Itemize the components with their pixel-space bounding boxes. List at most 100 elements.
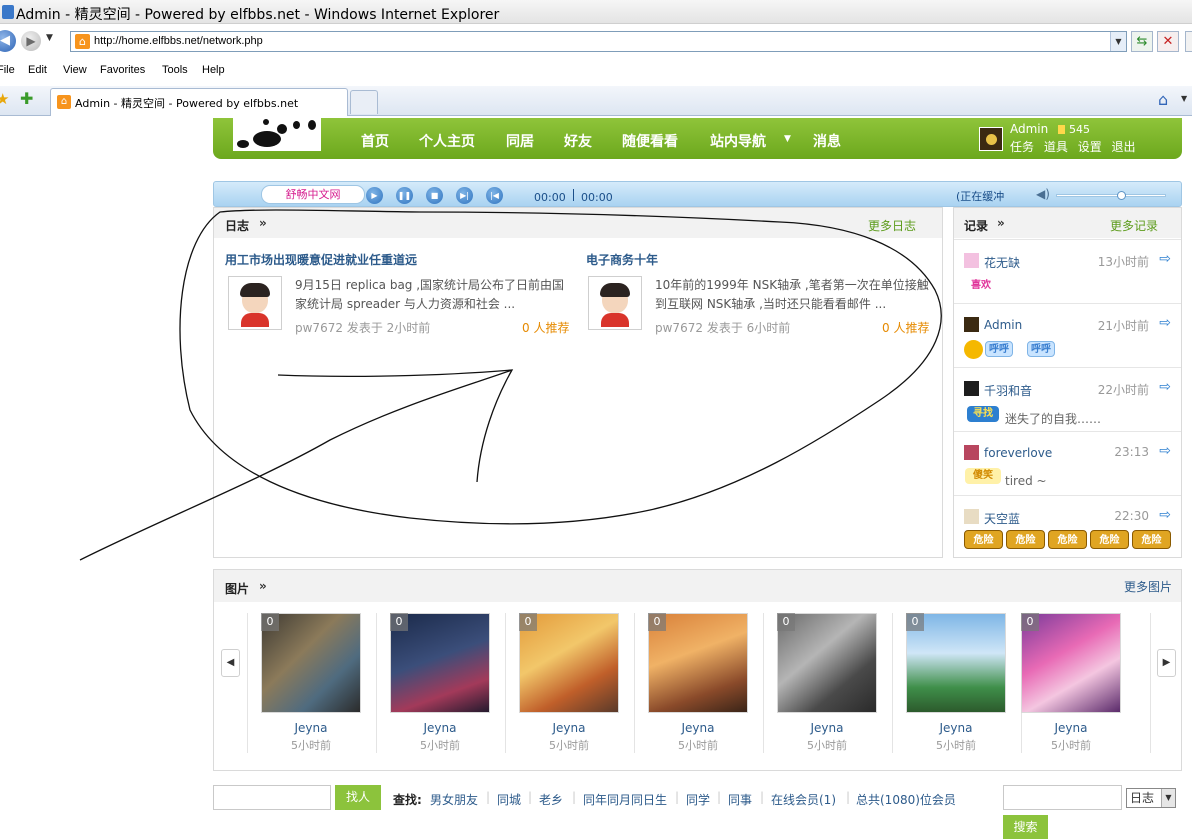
site-guide-dropdown-icon[interactable]: ▼ (784, 134, 791, 144)
pause-button[interactable]: ❚❚ (396, 187, 413, 204)
link-tasks[interactable]: 任务 (1010, 140, 1034, 154)
photo-author[interactable]: Jeyna (519, 721, 619, 735)
photo-author[interactable]: Jeyna (648, 721, 748, 735)
share-icon[interactable]: ⇨ (1159, 443, 1171, 459)
play-button[interactable]: ▶ (366, 187, 383, 204)
post-author[interactable]: pw7672 (655, 321, 703, 335)
tab-current[interactable]: ⌂ Admin - 精灵空间 - Powered by elfbbs.net (50, 88, 348, 116)
photo-item[interactable]: 0 Jeyna 5小时前 (1021, 613, 1121, 753)
photo-item[interactable]: 0 Jeyna 5小时前 (648, 613, 748, 753)
more-photos-link[interactable]: 更多图片 (1124, 578, 1172, 595)
menu-file[interactable]: File (0, 64, 15, 76)
link-same-city[interactable]: 同城 (497, 791, 521, 808)
home-icon[interactable]: ⌂ (1158, 90, 1168, 109)
player-station[interactable]: 舒畅中文网 (261, 185, 365, 204)
link-hometown[interactable]: 老乡 (539, 791, 563, 808)
forward-button[interactable]: ▶ (21, 31, 41, 51)
user-name[interactable]: Admin (1010, 122, 1048, 136)
photos-panel-title[interactable]: 图片 (225, 580, 249, 597)
share-icon[interactable]: ⇨ (1159, 251, 1171, 267)
photo-author[interactable]: Jeyna (390, 721, 490, 735)
favorites-star-icon[interactable]: ★ (0, 90, 9, 108)
record-user[interactable]: 花无缺 (984, 254, 1020, 271)
record-avatar[interactable] (964, 445, 979, 460)
speaker-icon[interactable]: ◀) (1036, 187, 1050, 201)
stop-button[interactable]: ■ (426, 187, 443, 204)
record-avatar[interactable] (964, 509, 979, 524)
record-user[interactable]: foreverlove (984, 446, 1052, 460)
photo-author[interactable]: Jeyna (1021, 721, 1121, 735)
nav-profile[interactable]: 个人主页 (419, 131, 475, 151)
home-dropdown-icon[interactable]: ▼ (1181, 94, 1187, 103)
find-people-button[interactable]: 找人 (335, 785, 381, 810)
photo-item[interactable]: 0 Jeyna 5小时前 (261, 613, 361, 753)
slide-next-button[interactable]: ▶ (1157, 649, 1176, 677)
link-items[interactable]: 道具 (1044, 140, 1068, 154)
menu-edit[interactable]: Edit (28, 64, 47, 76)
link-logout[interactable]: 退出 (1112, 140, 1136, 154)
post-recommend-count[interactable]: 0 人推荐 (882, 319, 929, 336)
record-user[interactable]: 天空蓝 (984, 510, 1020, 527)
post-author-avatar[interactable] (228, 276, 282, 330)
link-total-members[interactable]: 总共(1080)位会员 (856, 791, 956, 808)
menu-help[interactable]: Help (202, 64, 225, 76)
photo-author[interactable]: Jeyna (906, 721, 1006, 735)
search-box-edge[interactable] (1185, 31, 1192, 52)
share-icon[interactable]: ⇨ (1159, 507, 1171, 523)
site-search-input[interactable] (1003, 785, 1122, 810)
post-author[interactable]: pw7672 (295, 321, 343, 335)
photo-item[interactable]: 0 Jeyna 5小时前 (390, 613, 490, 753)
nav-browse[interactable]: 随便看看 (622, 131, 678, 151)
record-avatar[interactable] (964, 317, 979, 332)
post-title[interactable]: 用工市场出现暖意促进就业任重道远 (225, 251, 417, 268)
photo-item[interactable]: 0 Jeyna 5小时前 (777, 613, 877, 753)
record-user[interactable]: 千羽和音 (984, 382, 1032, 399)
nav-messages[interactable]: 消息 (813, 131, 841, 151)
link-same-birthday[interactable]: 同年同月同日生 (583, 791, 667, 808)
records-panel-title[interactable]: 记录 (964, 217, 988, 234)
refresh-button[interactable]: ⇆ (1131, 31, 1153, 52)
photo-item[interactable]: 0 Jeyna 5小时前 (519, 613, 619, 753)
record-avatar[interactable] (964, 253, 979, 268)
link-partners[interactable]: 男女朋友 (430, 791, 478, 808)
back-button[interactable]: ◀ (0, 30, 16, 52)
blog-panel-title[interactable]: 日志 (225, 217, 249, 234)
post-title[interactable]: 电子商务十年 (586, 251, 658, 268)
find-people-input[interactable] (213, 785, 331, 810)
slide-prev-button[interactable]: ◀ (221, 649, 240, 677)
link-colleagues[interactable]: 同事 (728, 791, 752, 808)
menu-view[interactable]: View (63, 64, 87, 76)
more-blogs-link[interactable]: 更多日志 (868, 217, 916, 234)
link-online-members[interactable]: 在线会员(1) (771, 791, 836, 808)
photo-item[interactable]: 0 Jeyna 5小时前 (906, 613, 1006, 753)
post-recommend-count[interactable]: 0 人推荐 (522, 319, 569, 336)
photo-author[interactable]: Jeyna (261, 721, 361, 735)
nav-cohabit[interactable]: 同居 (506, 131, 534, 151)
post-author-avatar[interactable] (588, 276, 642, 330)
more-records-link[interactable]: 更多记录 (1110, 217, 1158, 234)
recent-pages-dropdown[interactable]: ▼ (46, 33, 53, 43)
link-classmates[interactable]: 同学 (686, 791, 710, 808)
nav-friends[interactable]: 好友 (564, 131, 592, 151)
search-scope-select[interactable]: 日志 ▼ (1126, 788, 1176, 808)
link-settings[interactable]: 设置 (1078, 140, 1102, 154)
next-button[interactable]: ▶| (456, 187, 473, 204)
share-icon[interactable]: ⇨ (1159, 315, 1171, 331)
prev-button[interactable]: |◀ (486, 187, 503, 204)
volume-thumb[interactable] (1117, 191, 1126, 200)
record-user[interactable]: Admin (984, 318, 1022, 332)
stop-button[interactable]: ✕ (1157, 31, 1179, 52)
site-logo[interactable] (233, 118, 321, 151)
url-dropdown-button[interactable]: ▼ (1110, 32, 1126, 51)
user-avatar[interactable] (979, 127, 1003, 151)
record-avatar[interactable] (964, 381, 979, 396)
url-field[interactable]: ⌂ http://home.elfbbs.net/network.php ▼ (70, 31, 1127, 52)
share-icon[interactable]: ⇨ (1159, 379, 1171, 395)
menu-favorites[interactable]: Favorites (100, 64, 145, 76)
search-button[interactable]: 搜索 (1003, 815, 1048, 839)
nav-home[interactable]: 首页 (361, 131, 389, 151)
add-favorite-icon[interactable]: ✚ (20, 89, 33, 108)
menu-tools[interactable]: Tools (162, 64, 188, 76)
volume-slider[interactable] (1056, 194, 1166, 197)
new-tab-button[interactable] (350, 90, 378, 114)
